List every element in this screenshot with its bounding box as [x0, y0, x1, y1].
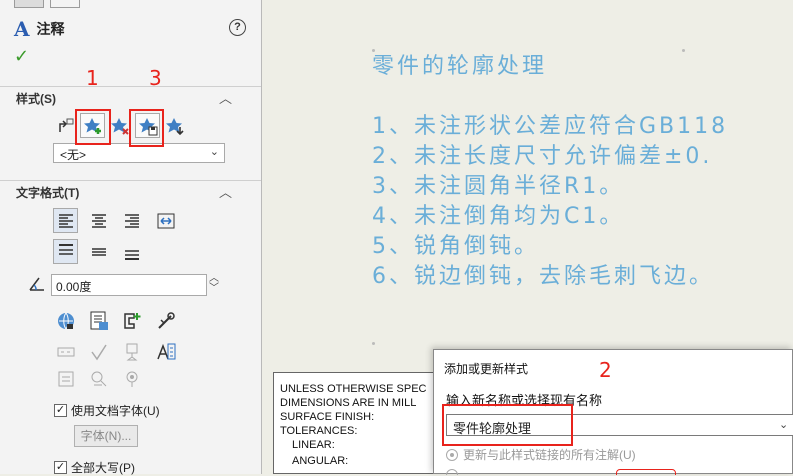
dialog-option-button[interactable]: [616, 469, 676, 475]
radio-icon[interactable]: [446, 469, 458, 475]
dowel-pin-icon: [119, 366, 144, 391]
use-doc-font-checkbox[interactable]: ✓: [54, 404, 67, 417]
add-symbol-icon[interactable]: [119, 308, 144, 333]
align-left-button[interactable]: [53, 208, 78, 233]
insert-hyperlink-icon[interactable]: [53, 308, 78, 333]
title-block-line: DIMENSIONS ARE IN MILL: [280, 397, 417, 409]
note-line: 2、未注长度尺寸允许偏差±0.: [372, 144, 713, 169]
all-caps-label: 全部大写(P): [71, 461, 135, 475]
lock-rotate-icon[interactable]: [153, 308, 178, 333]
all-caps-row[interactable]: ✓ 全部大写(P): [54, 459, 135, 476]
weld-symbol-icon: [53, 366, 78, 391]
panel-tabs: [12, 0, 92, 9]
note-line: 6、锐边倒钝，去除毛刺飞边。: [372, 264, 714, 289]
note-line: 3、未注圆角半径R1。: [372, 174, 625, 199]
collapse-icon[interactable]: ︿: [219, 88, 232, 107]
help-icon[interactable]: ?: [229, 19, 246, 36]
align-bottom-button[interactable]: [119, 239, 144, 264]
note-text-block[interactable]: 零件的轮廓处理 1、未注形状公差应符合GB118 2、未注长度尺寸允许偏差±0.…: [372, 52, 728, 292]
callout-box-1: [75, 109, 111, 145]
hole-callout-icon: [86, 366, 111, 391]
panel-header: A 注释: [14, 17, 65, 41]
title-block-line: ANGULAR:: [292, 455, 349, 467]
use-doc-font-label: 使用文档字体(U): [71, 404, 160, 418]
note-line: 4、未注倒角均为C1。: [372, 204, 625, 229]
title-block-line: LINEAR:: [292, 439, 335, 451]
selection-handle[interactable]: [372, 342, 375, 345]
use-doc-font-row[interactable]: ✓ 使用文档字体(U): [54, 402, 160, 419]
callout-box-3: [129, 109, 164, 147]
align-top-button[interactable]: [53, 239, 78, 264]
tab-configuration[interactable]: [50, 0, 80, 8]
font-button[interactable]: 字体(N)...: [74, 425, 138, 447]
style-section-header[interactable]: 样式(S) ︿: [0, 86, 261, 108]
tab-property-manager[interactable]: [14, 0, 44, 8]
load-style-icon[interactable]: [162, 113, 187, 138]
geometric-tolerance-icon[interactable]: [153, 339, 178, 364]
drawing-title-block: UNLESS OTHERWISE SPEC DIMENSIONS ARE IN …: [273, 372, 453, 474]
angle-row: 0.00度 ︿ ﹀: [27, 273, 219, 296]
callout-number-2: 2: [599, 358, 612, 382]
angle-spinner[interactable]: ︿ ﹀: [209, 274, 219, 294]
align-right-button[interactable]: [119, 208, 144, 233]
dialog-title: 添加或更新样式: [444, 362, 529, 376]
callout-number-1: 1: [86, 66, 99, 90]
note-icon: A: [14, 17, 30, 41]
property-manager-panel: A 注释 ? ✓ 样式(S) ︿ <无> ⌄ 文字格式(T) ︿ 0.00度 ︿…: [0, 0, 262, 476]
panel-title: 注释: [36, 21, 65, 37]
angle-input[interactable]: 0.00度: [51, 274, 207, 296]
text-format-section-label: 文字格式(T): [16, 186, 80, 200]
align-middle-button[interactable]: [86, 239, 111, 264]
callout-number-3: 3: [149, 66, 162, 90]
note-line: 1、未注形状公差应符合GB118: [372, 114, 729, 139]
chevron-down-icon[interactable]: ⌄: [779, 418, 788, 431]
update-linked-notes-label: 更新与此样式链接的所有注解(U): [463, 448, 636, 462]
radio-icon[interactable]: [446, 448, 458, 461]
note-line: 5、锐角倒钝。: [372, 234, 539, 259]
surface-finish-icon: [86, 339, 111, 364]
title-block-line: TOLERANCES:: [280, 425, 358, 437]
text-format-section-header[interactable]: 文字格式(T) ︿: [0, 180, 261, 202]
chevron-down-icon: ⌄: [209, 146, 219, 158]
justify-button[interactable]: [153, 208, 178, 233]
datum-icon: [119, 339, 144, 364]
title-block-line: SURFACE FINISH:: [280, 411, 375, 423]
angle-icon: [29, 277, 44, 291]
callout-box-2: [442, 404, 573, 446]
title-block-line: UNLESS OTHERWISE SPEC: [280, 383, 427, 395]
all-caps-checkbox[interactable]: ✓: [54, 461, 67, 474]
note-title: 零件的轮廓处理: [372, 54, 548, 79]
stack-note-icon: [53, 339, 78, 364]
link-to-property-icon[interactable]: [86, 308, 111, 333]
update-linked-notes-radio[interactable]: 更新与此样式链接的所有注解(U): [446, 446, 636, 463]
collapse-icon[interactable]: ︿: [219, 182, 232, 201]
ok-check-icon[interactable]: ✓: [14, 46, 29, 67]
align-center-button[interactable]: [86, 208, 111, 233]
style-section-label: 样式(S): [16, 92, 56, 106]
style-dropdown-value: <无>: [60, 148, 87, 162]
